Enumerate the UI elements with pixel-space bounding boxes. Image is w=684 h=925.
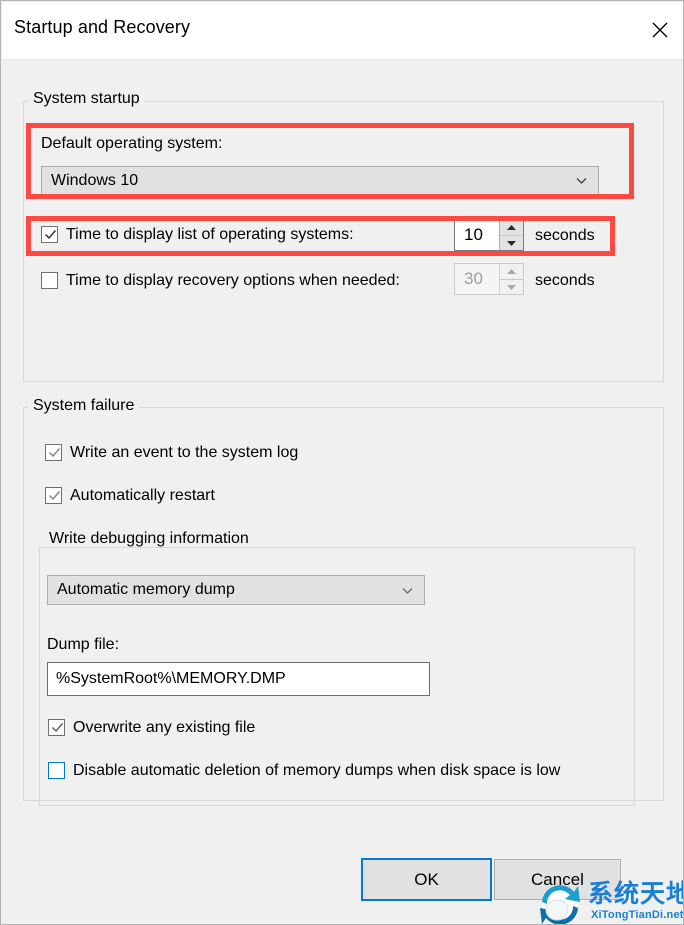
default-os-label: Default operating system: [41,135,223,152]
write-event-checkbox[interactable] [45,444,62,461]
time-os-list-checkbox[interactable] [41,226,58,243]
write-event-checkbox-row[interactable]: Write an event to the system log [45,443,298,462]
checkmark-icon [43,227,58,242]
write-debugging-group-label: Write debugging information [44,531,254,547]
disable-auto-delete-label: Disable automatic deletion of memory dum… [73,762,561,779]
stepper-up-icon [500,264,523,279]
ok-button[interactable]: OK [361,858,492,901]
time-recovery-checkbox[interactable] [41,272,58,289]
stepper-down-icon[interactable] [500,235,523,250]
checkmark-icon [47,488,62,503]
chevron-down-icon [574,174,588,188]
overwrite-checkbox-row[interactable]: Overwrite any existing file [48,718,255,737]
close-icon [650,20,670,40]
time-recovery-checkbox-row[interactable]: Time to display recovery options when ne… [41,271,400,290]
chevron-down-icon [400,583,414,597]
stepper-up-icon[interactable] [500,220,523,235]
default-os-value: Windows 10 [51,171,139,189]
cancel-button[interactable]: Cancel [494,859,621,900]
disable-auto-delete-checkbox[interactable] [48,762,65,779]
dump-file-input[interactable]: %SystemRoot%\MEMORY.DMP [47,662,430,696]
time-os-list-stepper-buttons [499,220,523,250]
write-event-label: Write an event to the system log [70,444,299,461]
system-startup-group-label: System startup [28,91,145,107]
auto-restart-checkbox[interactable] [45,487,62,504]
dump-file-label: Dump file: [47,636,120,653]
watermark-english-text: XiTongTianDi.net [591,909,684,921]
auto-restart-label: Automatically restart [70,487,215,504]
time-os-list-stepper[interactable]: 10 [454,219,524,251]
window-title: Startup and Recovery [14,17,191,37]
time-os-list-label: Time to display list of operating system… [66,226,354,243]
time-os-list-value[interactable]: 10 [455,220,499,250]
close-button[interactable] [636,2,683,58]
checkmark-icon [47,445,62,460]
dump-type-combobox[interactable]: Automatic memory dump [47,575,425,605]
auto-restart-checkbox-row[interactable]: Automatically restart [45,486,215,505]
startup-and-recovery-dialog: Startup and Recovery System startup Defa… [0,0,684,925]
stepper-down-icon [500,279,523,294]
overwrite-checkbox[interactable] [48,719,65,736]
time-recovery-value: 30 [464,269,483,288]
time-os-list-unit: seconds [535,227,595,244]
title-bar: Startup and Recovery [2,2,683,60]
disable-auto-delete-checkbox-row[interactable]: Disable automatic deletion of memory dum… [48,761,560,780]
time-recovery-unit: seconds [535,272,595,289]
dump-type-value: Automatic memory dump [57,581,235,598]
system-failure-group-label: System failure [28,398,140,414]
dump-file-value: %SystemRoot%\MEMORY.DMP [56,670,286,687]
checkmark-icon [50,720,65,735]
time-recovery-stepper: 30 [454,263,524,295]
overwrite-label: Overwrite any existing file [73,719,256,736]
time-recovery-stepper-buttons [499,264,523,294]
time-recovery-label: Time to display recovery options when ne… [66,272,400,289]
time-os-list-checkbox-row[interactable]: Time to display list of operating system… [41,225,354,244]
default-os-combobox[interactable]: Windows 10 [41,166,599,195]
